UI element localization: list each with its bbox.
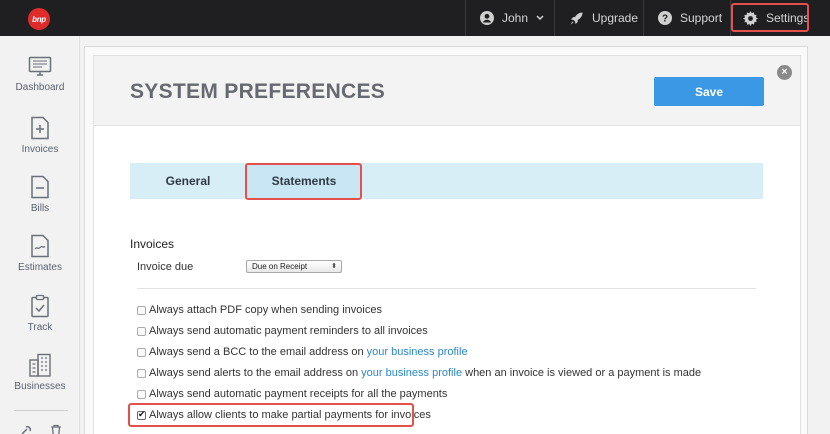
option-send-alerts[interactable]: Always send alerts to the email address …: [137, 367, 701, 379]
sidebar-divider: [14, 410, 68, 411]
option-send-bcc[interactable]: Always send a BCC to the email address o…: [137, 346, 468, 358]
support-label: Support: [680, 11, 723, 25]
sidebar: Dashboard Invoices Bills Estimates Track…: [0, 36, 80, 434]
option-label: Always send a BCC to the email address o…: [149, 346, 367, 358]
option-payment-reminders[interactable]: Always send automatic payment reminders …: [137, 325, 428, 337]
sidebar-item-invoices[interactable]: Invoices: [0, 116, 80, 155]
upgrade-label: Upgrade: [592, 11, 639, 25]
close-icon[interactable]: ×: [777, 65, 792, 80]
sidebar-item-label: Dashboard: [15, 82, 65, 93]
user-name: John: [502, 11, 529, 25]
sidebar-item-bills[interactable]: Bills: [0, 175, 80, 214]
page-title: SYSTEM PREFERENCES: [130, 80, 386, 103]
section-divider: [137, 288, 756, 289]
monitor-icon: [28, 56, 52, 76]
sidebar-item-track[interactable]: Track: [0, 294, 80, 333]
invoice-icon: [31, 116, 49, 140]
sidebar-item-label: Businesses: [14, 381, 66, 392]
sidebar-item-label: Bills: [30, 203, 50, 214]
top-bar: bnp John Upgrade ? Support Settings: [0, 0, 830, 36]
panel-header: SYSTEM PREFERENCES Save: [94, 56, 800, 126]
settings-highlight: [731, 3, 809, 32]
svg-text:?: ?: [662, 14, 668, 25]
app-logo[interactable]: bnp: [28, 8, 50, 30]
invoice-due-select[interactable]: Due on Receipt ⬍: [246, 260, 342, 273]
estimate-icon: [31, 234, 49, 258]
checkbox[interactable]: [137, 368, 146, 378]
sidebar-item-businesses[interactable]: Businesses: [0, 353, 80, 392]
upgrade-link[interactable]: Upgrade: [554, 0, 643, 36]
option-payment-receipts[interactable]: Always send automatic payment receipts f…: [137, 388, 447, 400]
invoices-heading: Invoices: [130, 237, 175, 251]
help-icon: ?: [658, 11, 672, 25]
sidebar-item-label: Track: [27, 322, 53, 333]
checkbox[interactable]: [137, 347, 146, 357]
business-profile-link[interactable]: your business profile: [361, 367, 462, 379]
statements-tab-highlight: [245, 163, 362, 200]
option-label: Always attach PDF copy when sending invo…: [149, 304, 382, 316]
checkbox[interactable]: [137, 305, 146, 315]
sidebar-item-label: Estimates: [18, 262, 62, 273]
user-menu[interactable]: John: [465, 0, 554, 36]
checkbox[interactable]: [137, 389, 146, 399]
trash-icon[interactable]: [50, 424, 62, 434]
partial-payments-highlight: [128, 403, 414, 427]
rocket-icon: [570, 12, 583, 24]
invoice-due-value: Due on Receipt: [252, 262, 308, 271]
tab-bar: General Statements: [130, 163, 763, 199]
option-label: Always send automatic payment receipts f…: [149, 388, 448, 400]
option-label: Always send alerts to the email address …: [149, 367, 362, 379]
option-label: Always send automatic payment reminders …: [149, 325, 428, 337]
bill-icon: [31, 175, 49, 199]
sidebar-item-estimates[interactable]: Estimates: [0, 234, 80, 273]
sidebar-item-label: Invoices: [21, 144, 59, 155]
building-icon: [29, 353, 51, 377]
save-button[interactable]: Save: [654, 77, 764, 106]
invoice-due-label: Invoice due: [137, 261, 194, 273]
select-arrow-icon: ⬍: [331, 263, 337, 270]
checkbox[interactable]: [137, 326, 146, 336]
sidebar-item-dashboard[interactable]: Dashboard: [0, 56, 80, 93]
option-label-suffix: when an invoice is viewed or a payment i…: [462, 367, 702, 379]
chevron-down-icon: [536, 15, 544, 21]
support-link[interactable]: ? Support: [643, 0, 730, 36]
user-icon: [480, 11, 494, 25]
option-attach-pdf[interactable]: Always attach PDF copy when sending invo…: [137, 304, 382, 316]
business-profile-link[interactable]: your business profile: [367, 346, 468, 358]
clipboard-icon: [31, 294, 49, 318]
tools-icon[interactable]: [20, 424, 34, 434]
tab-general[interactable]: General: [130, 163, 246, 199]
